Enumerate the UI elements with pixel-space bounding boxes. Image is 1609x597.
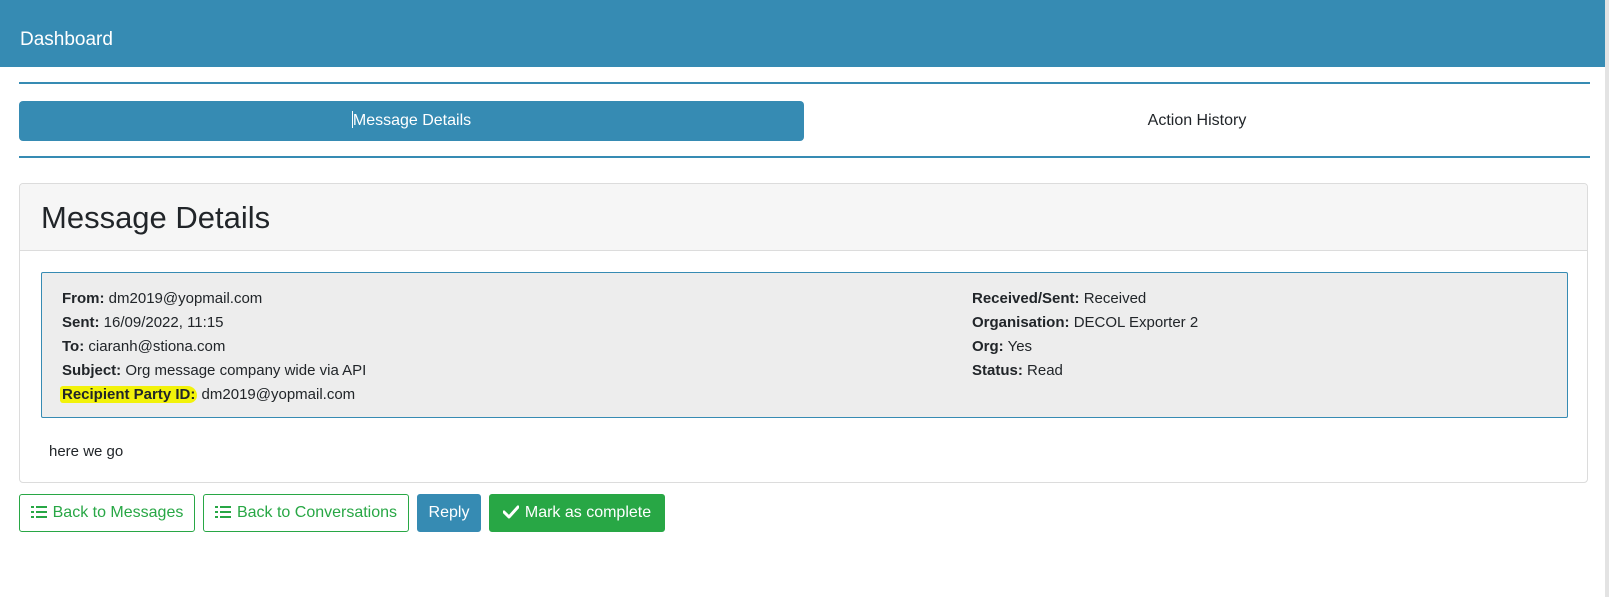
message-body: here we go	[49, 443, 124, 460]
card-header: Message Details	[20, 184, 1587, 251]
mark-as-complete-label: Mark as complete	[524, 504, 652, 521]
back-to-conversations-button[interactable]: Back to Conversations	[203, 494, 409, 532]
detail-label-highlighted: Recipient Party ID:	[60, 386, 198, 403]
card-title: Message Details	[41, 200, 271, 235]
detail-value: 16/09/2022, 11:15	[103, 314, 224, 331]
check-icon	[502, 497, 520, 533]
detail-label: Subject:	[62, 362, 122, 379]
detail-status: Status: Read	[972, 359, 1198, 383]
detail-recipient-party-id: Recipient Party ID: dm2019@yopmail.com	[60, 383, 366, 407]
detail-value: Org message company wide via API	[125, 362, 367, 379]
detail-organisation: Organisation: DECOL Exporter 2	[972, 311, 1198, 335]
detail-label: Sent:	[62, 314, 100, 331]
detail-label: From:	[62, 290, 105, 307]
tab-action-history-label: Action History	[1147, 112, 1247, 129]
tabs-bottom-divider	[19, 156, 1590, 158]
info-column-right: Received/Sent: Received Organisation: DE…	[972, 287, 1198, 383]
tab-message-details[interactable]: Message Details	[19, 101, 804, 141]
detail-label: To:	[62, 338, 85, 355]
top-navbar: Dashboard	[0, 0, 1605, 67]
detail-to: To: ciaranh@stiona.com	[62, 335, 366, 359]
detail-value: DECOL Exporter 2	[1073, 314, 1199, 331]
reply-button[interactable]: Reply	[417, 494, 481, 532]
detail-value: Yes	[1007, 338, 1033, 355]
tab-action-history[interactable]: Action History	[804, 101, 1590, 141]
detail-label: Org:	[972, 338, 1004, 355]
detail-label: Received/Sent:	[972, 290, 1080, 307]
tab-bar: Message Details Action History	[19, 101, 1590, 141]
detail-value: Received	[1083, 290, 1147, 307]
list-icon	[214, 497, 231, 533]
back-to-messages-label: Back to Messages	[52, 504, 184, 521]
detail-label: Status:	[972, 362, 1023, 379]
detail-value: Read	[1027, 362, 1063, 379]
info-column-left: From: dm2019@yopmail.com Sent: 16/09/202…	[60, 287, 366, 407]
detail-value: ciaranh@stiona.com	[88, 338, 226, 355]
tabs-top-divider	[19, 82, 1590, 84]
message-details-card: Message Details From: dm2019@yopmail.com…	[19, 183, 1588, 483]
detail-received-sent: Received/Sent: Received	[972, 287, 1198, 311]
reply-label: Reply	[428, 504, 470, 521]
detail-from: From: dm2019@yopmail.com	[62, 287, 366, 311]
detail-sent: Sent: 16/09/2022, 11:15	[62, 311, 366, 335]
scrollbar[interactable]	[1605, 0, 1609, 597]
mark-as-complete-button[interactable]: Mark as complete	[489, 494, 665, 532]
back-to-messages-button[interactable]: Back to Messages	[19, 494, 195, 532]
detail-label: Organisation:	[972, 314, 1070, 331]
message-info-box: From: dm2019@yopmail.com Sent: 16/09/202…	[41, 272, 1568, 418]
detail-org: Org: Yes	[972, 335, 1198, 359]
detail-value: dm2019@yopmail.com	[201, 386, 356, 403]
detail-value: dm2019@yopmail.com	[108, 290, 263, 307]
list-icon	[30, 497, 47, 533]
detail-subject: Subject: Org message company wide via AP…	[62, 359, 366, 383]
back-to-conversations-label: Back to Conversations	[236, 504, 398, 521]
dashboard-title[interactable]: Dashboard	[20, 28, 113, 52]
tab-message-details-label: Message Details	[352, 112, 472, 129]
